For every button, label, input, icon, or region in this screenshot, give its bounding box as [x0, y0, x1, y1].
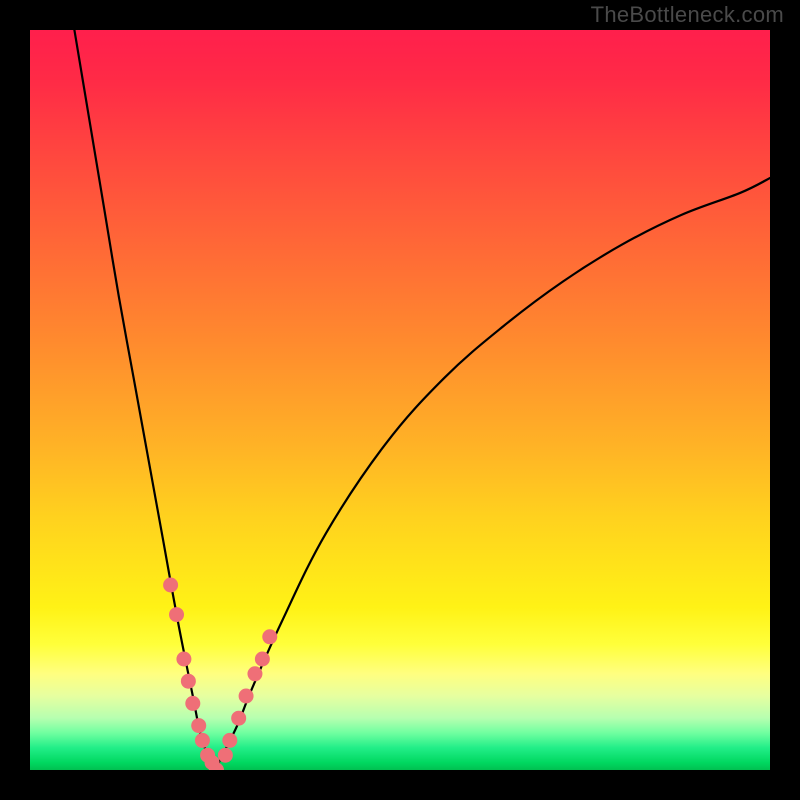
data-marker [239, 689, 254, 704]
curve-left-branch [74, 30, 215, 770]
data-marker [195, 733, 210, 748]
curve-layer [30, 30, 770, 770]
data-marker [247, 666, 262, 681]
data-marker [222, 733, 237, 748]
watermark-text: TheBottleneck.com [591, 2, 784, 28]
data-marker [169, 607, 184, 622]
data-marker [181, 674, 196, 689]
data-marker [176, 652, 191, 667]
data-marker [255, 652, 270, 667]
data-marker [191, 718, 206, 733]
chart-frame: TheBottleneck.com [0, 0, 800, 800]
data-marker [231, 711, 246, 726]
data-marker [163, 578, 178, 593]
curve-right-branch [215, 178, 770, 770]
plot-area [30, 30, 770, 770]
markers [163, 578, 277, 771]
data-marker [185, 696, 200, 711]
data-marker [218, 748, 233, 763]
data-marker [262, 629, 277, 644]
